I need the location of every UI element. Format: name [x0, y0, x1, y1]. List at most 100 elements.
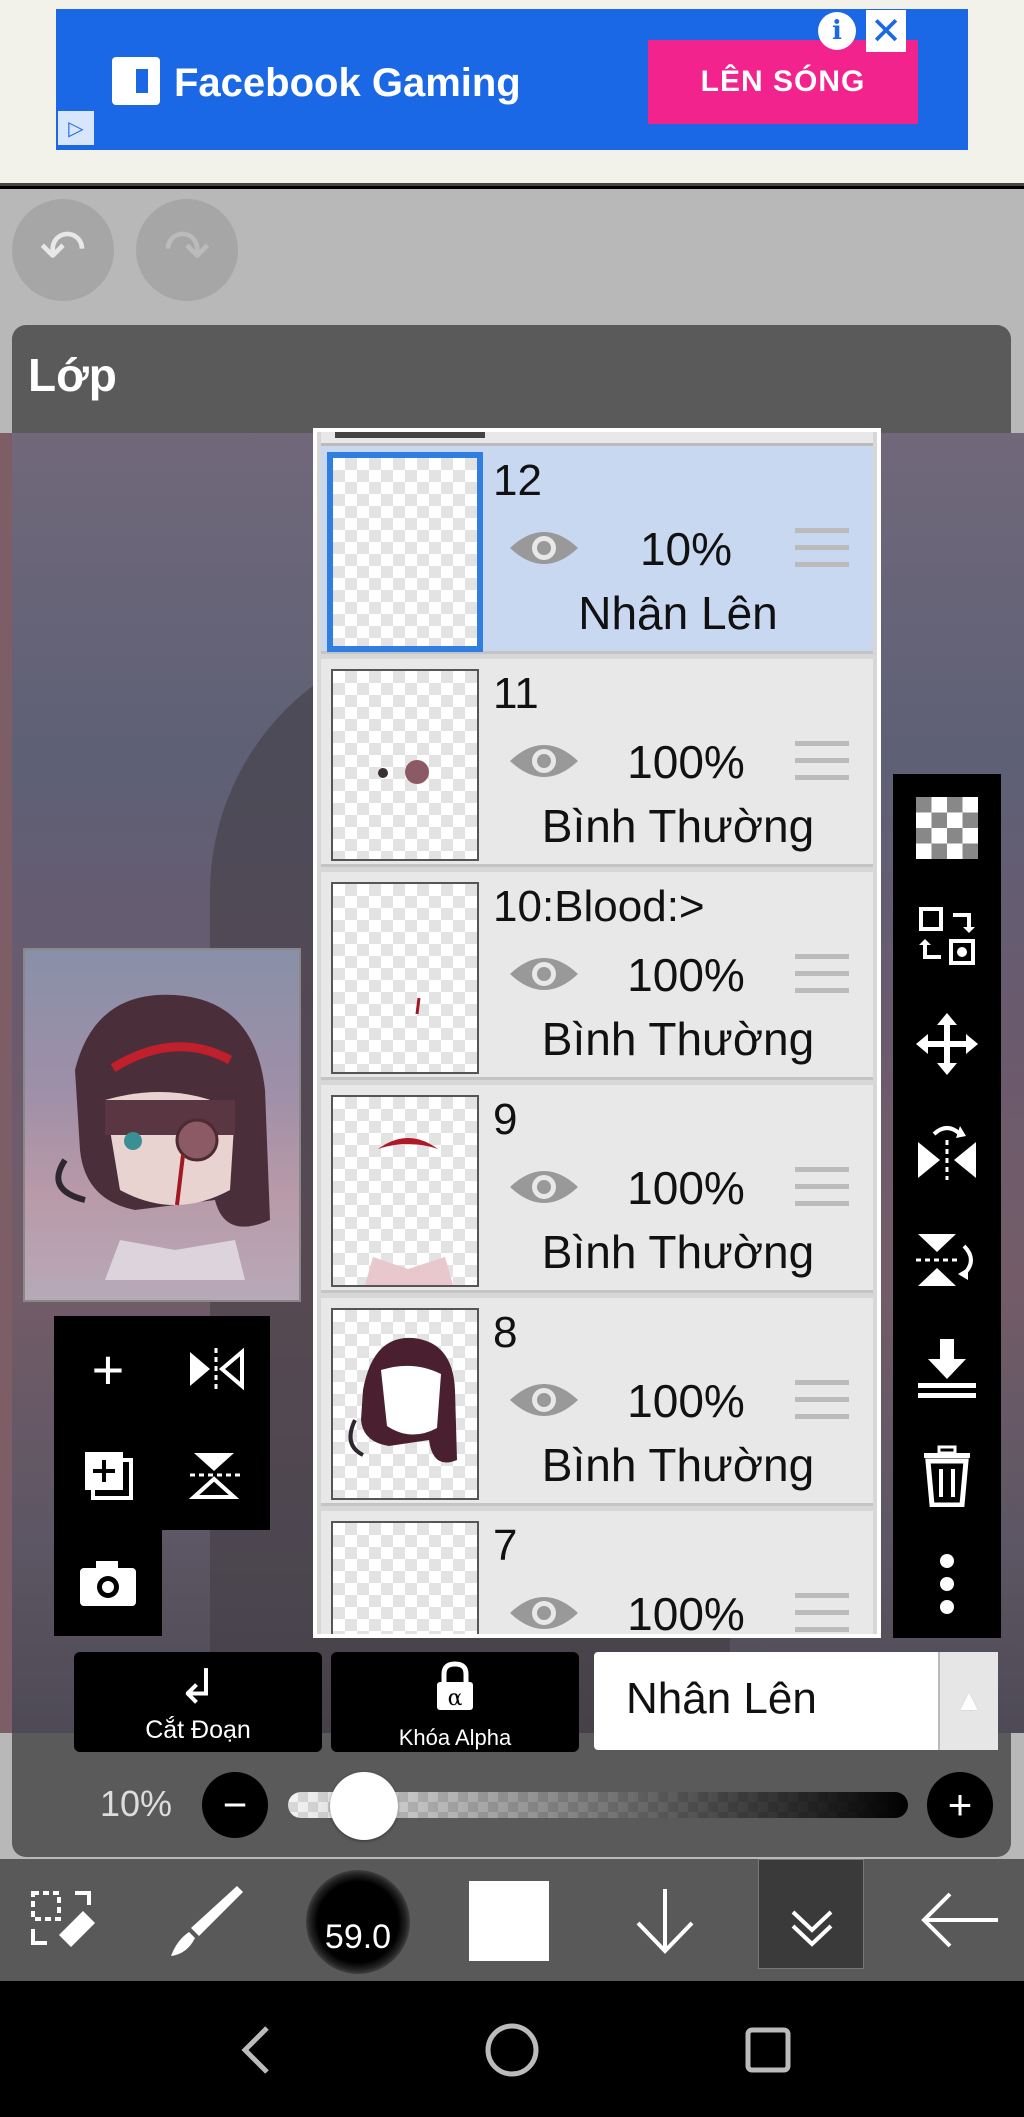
layer-name: 12: [493, 456, 542, 505]
camera-button[interactable]: [54, 1530, 162, 1636]
layer-opacity: 100%: [627, 1375, 745, 1427]
drag-handle-icon[interactable]: [795, 528, 849, 568]
drag-handle-icon[interactable]: [795, 1167, 849, 1207]
visibility-eye-icon[interactable]: [507, 1378, 581, 1422]
nav-recents-button[interactable]: [728, 2010, 808, 2090]
visibility-eye-icon[interactable]: [507, 739, 581, 783]
visibility-eye-icon[interactable]: [507, 1165, 581, 1209]
layer-side-toolbar: [893, 774, 1001, 1638]
visibility-eye-icon[interactable]: [507, 526, 581, 570]
drag-handle-icon[interactable]: [795, 741, 849, 781]
flip-horizontal-button[interactable]: [162, 1316, 270, 1422]
layer-opacity: 100%: [627, 736, 745, 788]
flip-horizontal-icon: [918, 1126, 976, 1180]
mini-toolbar-extra: [54, 1530, 162, 1636]
copy-layer-icon: [85, 1452, 133, 1500]
flip-vertical-button[interactable]: [162, 1422, 270, 1528]
undo-button[interactable]: ↶: [12, 199, 114, 301]
nav-home-icon: [485, 2023, 539, 2077]
layer-transform-button[interactable]: [893, 882, 1001, 990]
layer-thumbnail: [331, 1521, 479, 1634]
ad-title: Facebook Gaming: [174, 61, 521, 105]
arrow-down-icon: [636, 1889, 694, 1954]
selection-tool-button[interactable]: [18, 1859, 108, 1981]
color-swatch-button[interactable]: [469, 1881, 549, 1961]
layer-opacity: 100%: [627, 1588, 745, 1638]
layer-thumbnail: [331, 669, 479, 861]
layer-row-9[interactable]: 9 100% Bình Thường: [321, 1085, 873, 1293]
back-button[interactable]: [912, 1859, 1008, 1981]
opacity-label: 10%: [100, 1783, 173, 1824]
facebook-gaming-logo-icon: [112, 57, 160, 105]
layer-thumbnail: [331, 882, 479, 1074]
ad-info-icon[interactable]: i: [818, 12, 856, 50]
delete-layer-button[interactable]: [893, 1422, 1001, 1530]
trash-icon: [924, 1445, 970, 1507]
layer-name: 10:Blood:>: [493, 882, 705, 931]
more-icon: [940, 1554, 954, 1614]
plus-icon: +: [91, 1337, 125, 1401]
layer-name: 8: [493, 1308, 518, 1357]
drag-handle-icon[interactable]: [795, 954, 849, 994]
opacity-slider-knob[interactable]: [330, 1772, 398, 1840]
adchoices-icon[interactable]: ▷: [58, 111, 94, 145]
visibility-eye-icon[interactable]: [507, 1591, 581, 1635]
clipping-arrow-icon: ↲: [177, 1661, 219, 1714]
canvas-preview: [23, 948, 301, 1302]
add-layer-button[interactable]: +: [54, 1316, 162, 1422]
visibility-eye-icon[interactable]: [507, 952, 581, 996]
layer-transform-icon: [919, 907, 975, 965]
copy-layer-button[interactable]: [54, 1422, 162, 1528]
clipping-button[interactable]: ↲ Cắt Đoạn: [74, 1652, 322, 1752]
layer-thumbnail: [327, 452, 483, 652]
layer-opacity: 10%: [639, 523, 733, 575]
layer-thumbnail-art: [378, 760, 429, 784]
layer-thumbnail: [331, 1308, 479, 1500]
blend-mode-select[interactable]: Nhân Lên ▲: [594, 1652, 998, 1750]
drag-handle-icon[interactable]: [795, 1380, 849, 1420]
layer-blend-mode: Bình Thường: [541, 1226, 815, 1278]
flip-horizontal-button[interactable]: [893, 1098, 1001, 1206]
layer-thumbnail-art: [348, 1337, 457, 1463]
redo-button[interactable]: ↷: [136, 199, 238, 301]
panel-title: Lớp: [28, 349, 117, 401]
layer-name: 9: [493, 1095, 518, 1144]
layer-row-11[interactable]: 11 100% Bình Thường: [321, 659, 873, 867]
move-icon: [916, 1013, 978, 1075]
layer-row-8[interactable]: 8 100% Bình Thường: [321, 1298, 873, 1506]
move-button[interactable]: [893, 990, 1001, 1098]
layer-row-12[interactable]: 12 10% Nhân Lên: [321, 446, 873, 654]
layer-thumbnail: [331, 1095, 479, 1287]
layer-list[interactable]: 12 10% Nhân Lên 11 100% Bình Thường 10:B…: [313, 428, 881, 1638]
move-down-button[interactable]: [620, 1859, 710, 1981]
ad-close-icon[interactable]: ✕: [866, 10, 906, 53]
svg-text:α: α: [448, 1686, 463, 1711]
alpha-lock-button[interactable]: α Khóa Alpha: [331, 1652, 579, 1752]
opacity-increase-button[interactable]: +: [927, 1772, 993, 1838]
mini-toolbar: +: [54, 1316, 270, 1530]
arrow-left-icon: [921, 1892, 998, 1948]
layer-blend-mode: Bình Thường: [541, 800, 815, 852]
nav-home-button[interactable]: [472, 2010, 552, 2090]
layer-name: 7: [493, 1521, 518, 1570]
brush-size-value: 59.0: [324, 1918, 392, 1956]
brush-tool-button[interactable]: [162, 1859, 252, 1981]
clipping-label: Cắt Đoạn: [145, 1716, 251, 1744]
layer-row-10[interactable]: 10:Blood:> 100% Bình Thường: [321, 872, 873, 1080]
transparency-icon: [916, 797, 978, 859]
transparency-button[interactable]: [893, 774, 1001, 882]
flip-horizontal-icon: [190, 1347, 244, 1391]
flip-vertical-button[interactable]: [893, 1206, 1001, 1314]
layer-row-7[interactable]: 7 100%: [321, 1511, 873, 1638]
layer-opacity: 100%: [627, 1162, 745, 1214]
dropdown-arrow-icon[interactable]: ▲: [938, 1652, 998, 1750]
layer-blend-mode: Bình Thường: [541, 1013, 815, 1065]
more-options-button[interactable]: [893, 1530, 1001, 1638]
opacity-decrease-button[interactable]: −: [202, 1772, 268, 1838]
alpha-lock-label: Khóa Alpha: [398, 1725, 512, 1750]
drag-handle-icon[interactable]: [795, 1593, 849, 1633]
camera-icon: [80, 1561, 136, 1606]
nav-back-button[interactable]: [216, 2010, 296, 2090]
merge-down-button[interactable]: [893, 1314, 1001, 1422]
layers-toggle-button[interactable]: [758, 1859, 864, 1969]
